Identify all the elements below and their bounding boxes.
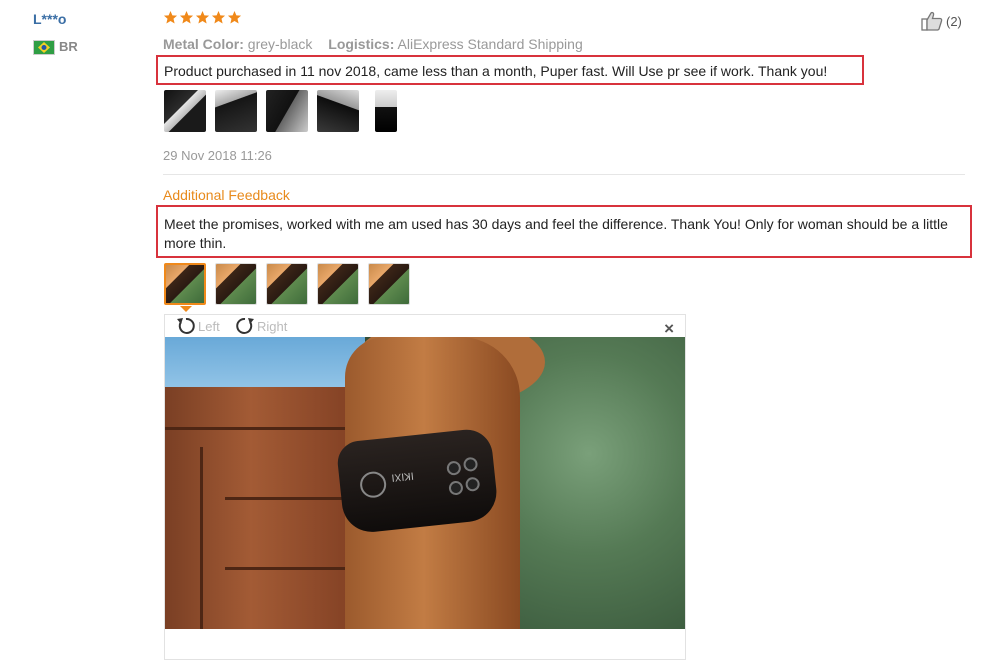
reviewer-country: BR [59, 39, 78, 54]
rotate-right-label: Right [257, 318, 288, 334]
rotate-left-icon [177, 317, 195, 334]
feedback-photo-list [164, 263, 410, 305]
image-viewer: Left Right × IKIXI [164, 314, 686, 660]
review-photo-thumbnail[interactable] [164, 90, 206, 132]
rotate-left-button[interactable]: Left [175, 316, 220, 336]
star-icon [195, 10, 210, 24]
helpful-count: (2) [946, 13, 962, 29]
helpful-button[interactable]: (2) [921, 11, 962, 31]
color-value: grey-black [247, 36, 313, 52]
additional-feedback-title: Additional Feedback [163, 187, 290, 203]
close-icon[interactable]: × [664, 319, 674, 339]
feedback-photo-thumbnail[interactable] [266, 263, 308, 305]
star-icon [163, 10, 178, 24]
divider [163, 174, 965, 175]
logistics-value: AliExpress Standard Shipping [397, 36, 583, 52]
review-date: 29 Nov 2018 11:26 [163, 148, 272, 163]
rotate-left-label: Left [198, 318, 220, 334]
star-icon [211, 10, 226, 24]
reviewer-name: L***o [33, 11, 67, 27]
review-photo-thumbnail[interactable] [215, 90, 257, 132]
review-text: Product purchased in 11 nov 2018, came l… [156, 55, 864, 85]
thumbs-up-icon [921, 11, 943, 31]
logistics-label: Logistics: [328, 36, 395, 52]
review-photo-thumbnail[interactable] [317, 90, 359, 132]
wristband-brand-text: IKIXI [390, 469, 415, 483]
enlarged-photo: IKIXI [165, 337, 685, 629]
review-photo-list [164, 90, 397, 132]
color-label: Metal Color: [163, 36, 244, 52]
review-photo-thumbnail[interactable] [375, 90, 397, 132]
feedback-photo-thumbnail-selected[interactable] [164, 263, 206, 305]
additional-feedback-text: Meet the promises, worked with me am use… [156, 205, 972, 258]
feedback-photo-thumbnail[interactable] [317, 263, 359, 305]
selected-indicator [180, 306, 192, 312]
brazil-flag-icon [33, 40, 55, 55]
feedback-photo-thumbnail[interactable] [215, 263, 257, 305]
rotate-right-icon [236, 317, 254, 334]
star-icon [227, 10, 242, 24]
wristband: IKIXI [335, 427, 500, 535]
star-icon [179, 10, 194, 24]
rotate-right-button[interactable]: Right [234, 316, 287, 336]
review-photo-thumbnail[interactable] [266, 90, 308, 132]
star-rating [163, 10, 242, 25]
feedback-photo-thumbnail[interactable] [368, 263, 410, 305]
order-attributes: Metal Color: grey-black Logistics: AliEx… [163, 36, 595, 52]
